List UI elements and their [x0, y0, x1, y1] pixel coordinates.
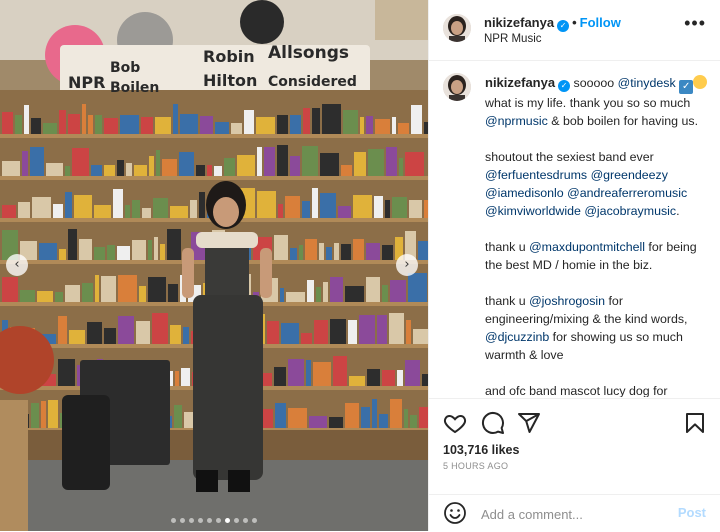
- instagram-post: NPR Bob Boilen Robin Hilton Allsongs Con…: [0, 0, 720, 531]
- caption-text-segment: & bob boilen for having us.: [547, 114, 699, 128]
- post-header: nikizefanya ✓ • Follow NPR Music •••: [429, 0, 720, 61]
- comment-input[interactable]: [479, 503, 663, 525]
- post-image[interactable]: NPR Bob Boilen Robin Hilton Allsongs Con…: [0, 0, 428, 531]
- caption-text: nikizefanya ✓ sooooo @tinydesk ✓ what is …: [485, 74, 713, 397]
- sign-npr: NPR: [68, 73, 105, 92]
- follow-button[interactable]: Follow: [580, 15, 621, 30]
- carousel-dot-active: [225, 518, 230, 523]
- verified-badge-icon: ✓: [557, 20, 570, 32]
- carousel-dot: [198, 518, 203, 523]
- carousel-dot: [189, 518, 194, 523]
- profile-photo-icon: [443, 73, 471, 101]
- crying-face-emoji-icon: [693, 75, 708, 89]
- mention-link[interactable]: @ferfuentesdrums: [485, 168, 587, 182]
- send-icon[interactable]: [517, 411, 541, 435]
- mention-link[interactable]: @kimviworldwide: [485, 204, 581, 218]
- username-link[interactable]: nikizefanya: [484, 15, 554, 30]
- caption-text-segment: shoutout the sexiest band ever: [485, 150, 654, 164]
- sign-considered: Considered: [268, 74, 357, 90]
- carousel-dot: [180, 518, 185, 523]
- caption-paragraph: thank u @maxdupontmitchell for being the…: [485, 238, 713, 274]
- caption-section: nikizefanya ✓ sooooo @tinydesk ✓ what is …: [429, 61, 720, 397]
- bookmark-icon[interactable]: [683, 411, 707, 435]
- sign-bob: Bob: [110, 60, 140, 76]
- mention-link[interactable]: @maxdupontmitchell: [529, 240, 645, 254]
- next-image-button[interactable]: ›: [396, 254, 418, 276]
- sign-robin: Robin: [203, 47, 255, 66]
- carousel-dot: [216, 518, 221, 523]
- post-actions: 103,716 likes 5 HOURS AGO: [429, 398, 720, 495]
- header-username-row: nikizefanya ✓ • Follow: [484, 15, 621, 32]
- heart-icon[interactable]: [443, 411, 467, 435]
- post-timestamp[interactable]: 5 HOURS AGO: [443, 461, 508, 471]
- mention-link[interactable]: @joshrogosin: [529, 294, 605, 308]
- separator-dot: •: [572, 15, 577, 30]
- previous-image-button[interactable]: ‹: [6, 254, 28, 276]
- post-sidebar: nikizefanya ✓ • Follow NPR Music ••• nikize…: [428, 0, 720, 531]
- check-emoji-icon: ✓: [679, 80, 694, 94]
- avatar[interactable]: [443, 73, 471, 101]
- carousel-indicator: [0, 518, 428, 523]
- caption-text-segment: sooooo: [573, 76, 618, 90]
- caption-username[interactable]: nikizefanya: [485, 75, 555, 90]
- caption-text-segment: what is my life. thank you so so much: [485, 96, 691, 110]
- mention-link[interactable]: @greendeezy: [591, 168, 668, 182]
- sign-allsongs: Allsongs: [268, 43, 349, 63]
- mention-link[interactable]: @djcuzzinb: [485, 330, 549, 344]
- caption-text-segment: thank u: [485, 240, 530, 254]
- comment-icon[interactable]: [481, 411, 505, 435]
- mention-link[interactable]: @jacobraymusic: [584, 204, 676, 218]
- avatar[interactable]: [443, 14, 471, 42]
- carousel-dot: [252, 518, 257, 523]
- caption-text-segment: and ofc band mascot lucy dog for support…: [485, 384, 668, 397]
- mention-link[interactable]: @nprmusic: [485, 114, 548, 128]
- mention-link[interactable]: @tinydesk: [618, 76, 676, 90]
- smiley-icon[interactable]: [443, 501, 467, 525]
- mention-link[interactable]: @andreaferreromusic: [567, 186, 687, 200]
- caption-paragraph: nikizefanya ✓ sooooo @tinydesk ✓ what is …: [485, 74, 713, 130]
- caption-text-segment: thank u: [485, 294, 530, 308]
- caption-paragraph: and ofc band mascot lucy dog for support…: [485, 382, 713, 397]
- location-link[interactable]: NPR Music: [484, 33, 542, 45]
- carousel-dot: [207, 518, 212, 523]
- more-options-icon[interactable]: •••: [684, 13, 706, 34]
- sign-boilen: Boilen: [110, 80, 159, 96]
- carousel-dot: [171, 518, 176, 523]
- carousel-dot: [243, 518, 248, 523]
- post-comment-button[interactable]: Post: [678, 505, 706, 520]
- comment-bar: Post: [429, 494, 720, 532]
- caption-paragraph: shoutout the sexiest band ever @ferfuent…: [485, 150, 688, 218]
- mention-link[interactable]: @iamedisonlo: [485, 186, 564, 200]
- verified-badge-icon: ✓: [558, 80, 571, 92]
- tiny-desk-photo: NPR Bob Boilen Robin Hilton Allsongs Con…: [0, 0, 428, 531]
- like-count[interactable]: 103,716 likes: [443, 443, 519, 457]
- sign-hilton: Hilton: [203, 71, 257, 90]
- caption-paragraph: thank u @joshrogosin for engineering/mix…: [485, 292, 713, 364]
- carousel-dot: [234, 518, 239, 523]
- profile-photo-icon: [443, 14, 471, 42]
